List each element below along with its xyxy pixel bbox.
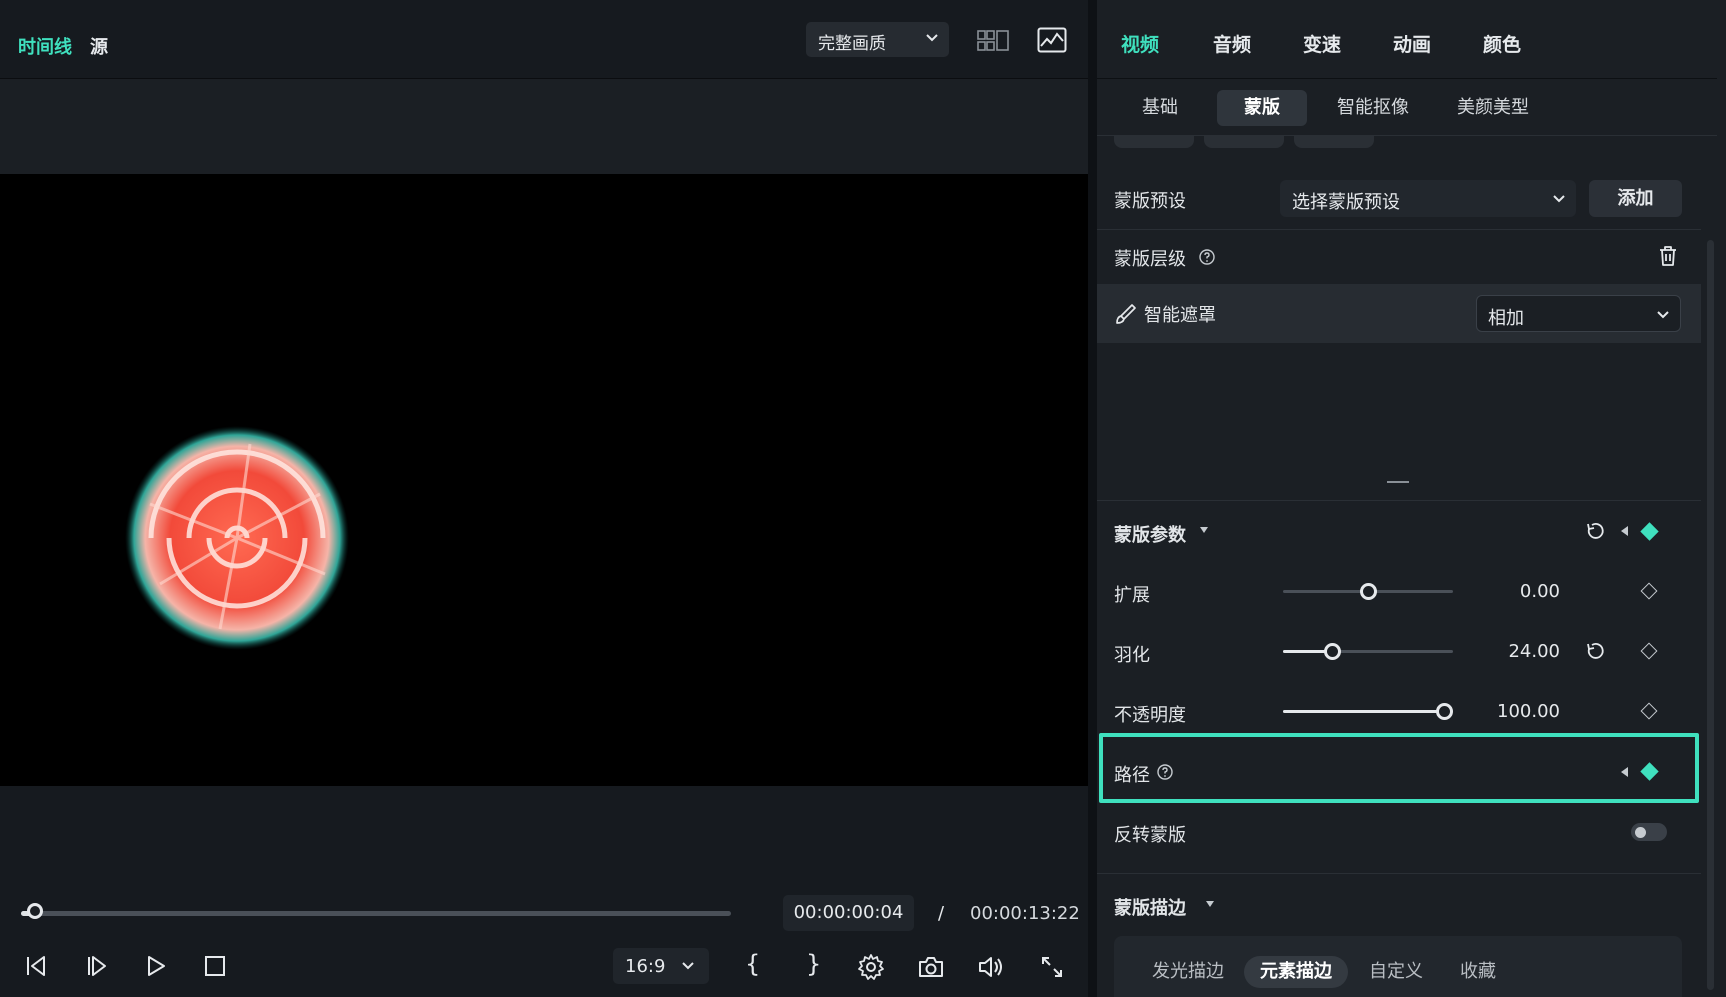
help-icon[interactable]: [1155, 762, 1175, 782]
param-label: 不透明度: [1114, 705, 1186, 726]
divider: [1097, 873, 1701, 874]
mark-in-button[interactable]: {: [745, 950, 760, 978]
mask-preset-placeholder: 选择蒙版预设: [1292, 192, 1400, 213]
chevron-down-icon: [1553, 195, 1565, 203]
chevron-down-icon: [926, 34, 938, 42]
candy-image: [125, 426, 349, 650]
fullscreen-icon[interactable]: [1037, 952, 1067, 982]
tab-animation[interactable]: 动画: [1393, 30, 1431, 57]
subtab-beauty[interactable]: 美颜美型: [1447, 90, 1539, 126]
aspect-ratio-value: 16:9: [625, 956, 666, 977]
total-timecode: 00:00:13:22: [970, 903, 1080, 924]
stroke-tab-element[interactable]: 元素描边: [1244, 956, 1348, 988]
waveform-monitor-icon[interactable]: [1036, 24, 1068, 56]
feather-value[interactable]: 24.00: [1460, 641, 1560, 662]
reset-icon[interactable]: [1584, 520, 1606, 542]
stroke-tab-glow[interactable]: 发光描边: [1140, 956, 1236, 988]
tab-source[interactable]: 源: [90, 33, 108, 59]
path-label: 路径: [1114, 765, 1150, 786]
video-preview[interactable]: [0, 174, 1088, 786]
help-icon[interactable]: [1197, 247, 1217, 267]
player-topbar: 时间线 源 完整画质: [0, 0, 1088, 79]
properties-scrollbar[interactable]: [1707, 240, 1714, 990]
expand-value[interactable]: 0.00: [1460, 581, 1560, 602]
quality-dropdown[interactable]: 完整画质: [806, 22, 949, 57]
divider: [1097, 229, 1701, 230]
path-row-highlight: [1099, 733, 1699, 803]
subtab-mask[interactable]: 蒙版: [1217, 90, 1307, 126]
panel-divider[interactable]: [1088, 0, 1097, 997]
add-mask-preset-button[interactable]: 添加: [1589, 180, 1682, 217]
mask-shape-thumb[interactable]: [1294, 136, 1374, 148]
volume-icon[interactable]: [976, 952, 1006, 982]
prev-keyframe-icon[interactable]: [1621, 767, 1629, 777]
caret-down-icon[interactable]: [1205, 900, 1215, 908]
divider: [1097, 500, 1701, 501]
mask-shape-thumb[interactable]: [1114, 136, 1194, 148]
chevron-down-icon: [682, 962, 694, 970]
blend-mode-dropdown[interactable]: 相加: [1476, 295, 1681, 332]
stop-icon[interactable]: [202, 954, 228, 978]
current-timecode[interactable]: 00:00:00:04: [783, 895, 914, 931]
viewer-letterbox-top: [0, 79, 1088, 174]
grid-layout-icon[interactable]: [975, 26, 1011, 56]
brush-icon: [1116, 304, 1136, 324]
mask-layer-item-label: 智能遮罩: [1144, 305, 1216, 326]
resize-handle[interactable]: [1387, 481, 1409, 483]
stroke-tab-favorites[interactable]: 收藏: [1446, 956, 1510, 988]
param-label: 羽化: [1114, 645, 1150, 666]
play-icon[interactable]: [142, 954, 170, 978]
opacity-slider-fill: [1283, 710, 1445, 713]
tab-video[interactable]: 视频: [1121, 30, 1159, 57]
snapshot-camera-icon[interactable]: [916, 952, 946, 982]
quality-value: 完整画质: [818, 34, 886, 54]
tab-color[interactable]: 颜色: [1483, 30, 1521, 57]
subtab-smart-cutout[interactable]: 智能抠像: [1327, 90, 1419, 126]
opacity-slider-handle[interactable]: [1436, 703, 1453, 720]
next-frame-icon[interactable]: [81, 954, 113, 978]
mask-preset-label: 蒙版预设: [1114, 191, 1186, 212]
mask-params-label: 蒙版参数: [1114, 525, 1186, 546]
mask-shape-thumb[interactable]: [1204, 136, 1284, 148]
timecode-separator: /: [938, 903, 945, 924]
properties-panel: [1097, 0, 1726, 997]
blend-mode-value: 相加: [1488, 308, 1524, 329]
mask-preset-dropdown[interactable]: 选择蒙版预设: [1280, 180, 1576, 217]
mask-layer-label: 蒙版层级: [1114, 249, 1186, 270]
settings-gear-icon[interactable]: [856, 952, 886, 982]
tab-audio[interactable]: 音频: [1213, 30, 1251, 57]
aspect-ratio-dropdown[interactable]: 16:9: [613, 948, 709, 984]
mark-out-button[interactable]: }: [806, 950, 821, 978]
stroke-tab-custom[interactable]: 自定义: [1356, 956, 1436, 988]
tab-timeline[interactable]: 时间线: [18, 33, 72, 59]
param-label: 扩展: [1114, 585, 1150, 606]
prev-keyframe-icon[interactable]: [1621, 526, 1629, 536]
mask-stroke-label: 蒙版描边: [1114, 898, 1186, 919]
delete-trash-icon[interactable]: [1656, 243, 1680, 269]
opacity-value[interactable]: 100.00: [1460, 701, 1560, 722]
reset-icon[interactable]: [1584, 640, 1606, 662]
subtab-basic[interactable]: 基础: [1128, 90, 1192, 126]
chevron-down-icon: [1657, 311, 1669, 319]
seek-bar[interactable]: [21, 911, 731, 916]
toggle-knob: [1635, 827, 1646, 838]
caret-down-icon[interactable]: [1199, 526, 1209, 534]
tab-speed[interactable]: 变速: [1303, 30, 1341, 57]
properties-tabs: 视频 音频 变速 动画 颜色: [1097, 0, 1717, 79]
invert-mask-label: 反转蒙版: [1114, 825, 1186, 846]
expand-slider-handle[interactable]: [1359, 583, 1377, 600]
prev-frame-icon[interactable]: [20, 954, 52, 978]
